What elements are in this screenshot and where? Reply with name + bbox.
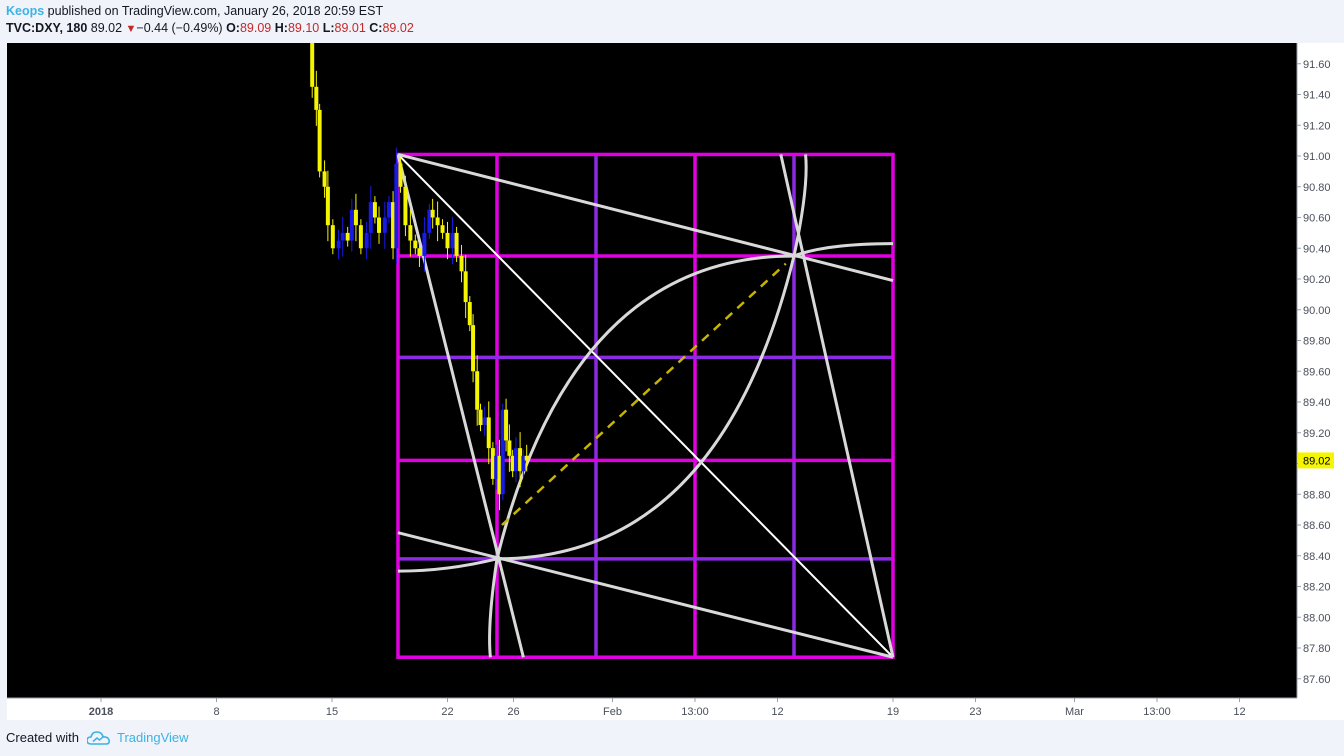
candle-down xyxy=(310,43,315,87)
y-tick-label: 90.80 xyxy=(1303,182,1331,194)
candle-down xyxy=(475,371,480,410)
x-tick-label: 23 xyxy=(969,706,981,718)
last-price-label: 89.02 xyxy=(1303,455,1331,467)
candle-up xyxy=(386,202,391,218)
candle-down xyxy=(430,209,435,218)
footer: Created with TradingView xyxy=(6,730,189,745)
candle-down xyxy=(504,409,509,441)
candle-down xyxy=(417,248,422,256)
candle-up xyxy=(368,202,373,233)
candle-down xyxy=(372,202,377,218)
candle-down xyxy=(445,232,450,249)
y-tick-label: 90.40 xyxy=(1303,243,1331,255)
candle-down xyxy=(435,217,440,226)
candle-down xyxy=(471,325,476,372)
candle-down xyxy=(403,186,408,226)
x-tick-label: 12 xyxy=(1233,706,1245,718)
candle-up xyxy=(422,232,427,256)
candle-up xyxy=(336,240,341,249)
tradingview-link[interactable]: TradingView xyxy=(117,730,189,745)
candle-up xyxy=(364,232,369,249)
y-tick-label: 90.00 xyxy=(1303,305,1331,317)
candle-down xyxy=(325,186,330,226)
candle-up xyxy=(340,232,345,241)
candle-up xyxy=(394,163,399,249)
candle-down xyxy=(398,163,403,187)
x-tick-label: 19 xyxy=(887,706,899,718)
y-tick-label: 88.60 xyxy=(1303,520,1331,532)
x-tick-label: 12 xyxy=(771,706,783,718)
y-tick-label: 87.60 xyxy=(1303,674,1331,686)
x-tick-label: 2018 xyxy=(89,706,113,718)
plot-area[interactable] xyxy=(7,43,1297,698)
x-tick-label: 15 xyxy=(326,706,338,718)
candle-up xyxy=(349,209,354,241)
candle-up xyxy=(482,417,487,426)
candle-down xyxy=(463,271,468,303)
candle-down xyxy=(440,225,445,233)
candle-down xyxy=(358,225,363,249)
candle-down xyxy=(478,409,483,426)
y-tick-label: 90.60 xyxy=(1303,213,1331,225)
candle-down xyxy=(353,209,358,226)
x-tick-label: 13:00 xyxy=(1143,706,1171,718)
y-tick-label: 89.80 xyxy=(1303,336,1331,348)
candle-down xyxy=(345,232,350,241)
y-tick-label: 89.20 xyxy=(1303,428,1331,440)
y-tick-label: 88.40 xyxy=(1303,551,1331,563)
x-tick-label: 22 xyxy=(441,706,453,718)
x-tick-label: 8 xyxy=(213,706,219,718)
y-tick-label: 88.00 xyxy=(1303,612,1331,624)
x-tick-label: 26 xyxy=(507,706,519,718)
candle-down xyxy=(467,302,472,326)
y-tick-label: 88.20 xyxy=(1303,582,1331,594)
candle-up xyxy=(450,232,455,249)
candle-down xyxy=(459,255,464,272)
candle-down xyxy=(314,86,319,110)
candle-down xyxy=(486,417,491,449)
x-tick-label: Feb xyxy=(603,706,622,718)
candle-down xyxy=(454,232,459,256)
y-tick-label: 91.20 xyxy=(1303,120,1331,132)
y-tick-label: 90.20 xyxy=(1303,274,1331,286)
candle-up xyxy=(513,448,518,472)
y-tick-label: 89.60 xyxy=(1303,366,1331,378)
price-chart[interactable]: 91.60 91.40 91.20 91.00 90.80 90.60 90.40 90.20… xyxy=(0,0,1344,756)
created-with-label: Created with xyxy=(6,730,79,745)
candle-down xyxy=(507,440,512,456)
candle-down xyxy=(408,225,413,241)
x-tick-label: Mar xyxy=(1065,706,1084,718)
y-tick-label: 88.80 xyxy=(1303,489,1331,501)
tradingview-cloud-icon xyxy=(86,730,110,745)
candle-down xyxy=(322,171,327,187)
y-tick-label: 87.80 xyxy=(1303,643,1331,655)
y-tick-label: 91.60 xyxy=(1303,59,1331,71)
y-tick-label: 91.00 xyxy=(1303,151,1331,163)
candle-down xyxy=(524,455,529,461)
y-tick-label: 91.40 xyxy=(1303,90,1331,102)
y-tick-label: 89.40 xyxy=(1303,397,1331,409)
x-tick-label: 13:00 xyxy=(681,706,709,718)
candle-down xyxy=(330,225,335,249)
candle-down xyxy=(377,217,382,233)
candle-down xyxy=(317,109,322,172)
candle-up xyxy=(382,217,387,233)
candle-down xyxy=(413,240,418,249)
